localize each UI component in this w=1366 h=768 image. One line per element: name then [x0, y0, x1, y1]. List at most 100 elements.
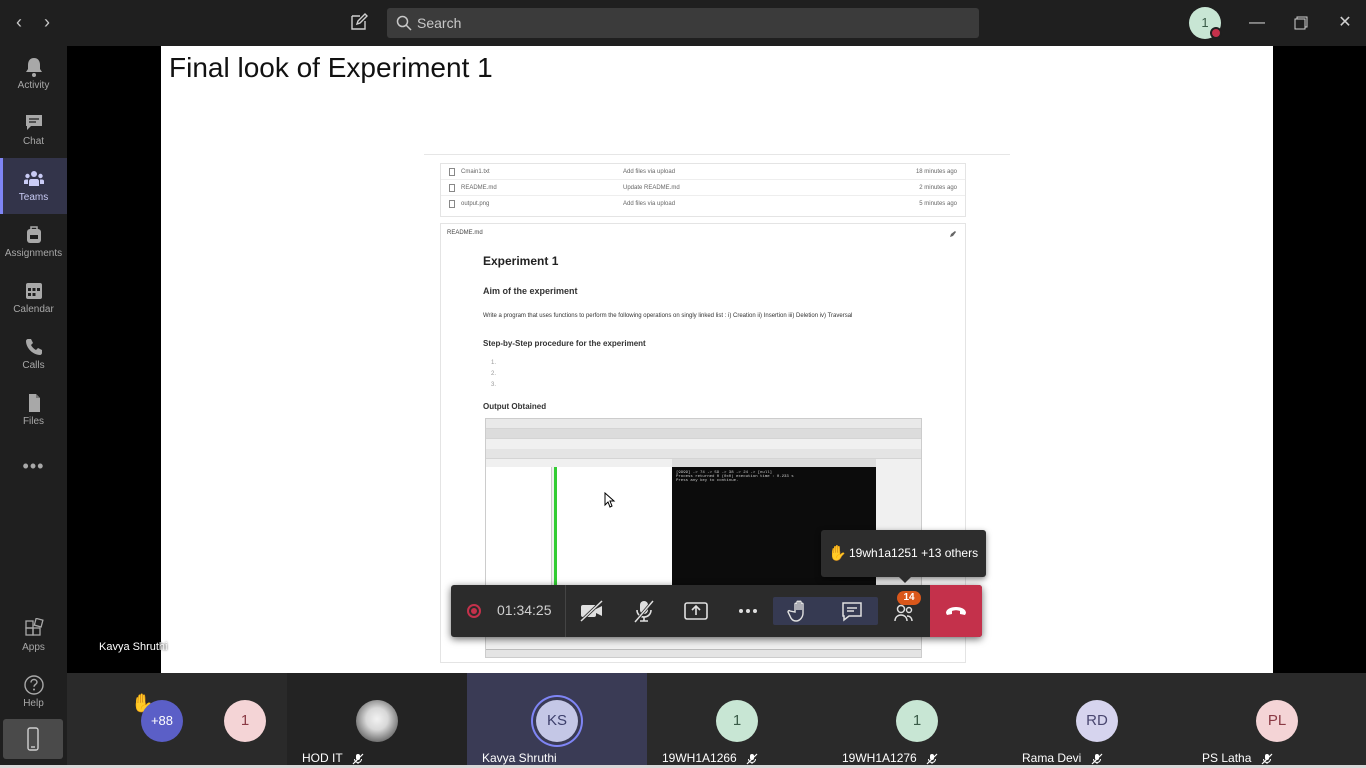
aim-text: Write a program that uses functions to p…	[483, 313, 853, 319]
overflow-count-avatar: +88	[141, 700, 183, 742]
rail-label: Teams	[18, 192, 49, 203]
hand-icon: ✋	[828, 545, 847, 562]
commit-time: 5 minutes ago	[919, 201, 957, 207]
participant-name-row: Rama Devi	[1022, 751, 1103, 765]
raised-hands-text: 19wh1a1251 +13 others	[849, 546, 979, 560]
share-screen-icon[interactable]	[682, 597, 710, 625]
search-input[interactable]	[417, 8, 967, 38]
divider	[565, 585, 566, 637]
presence-status-dot	[1210, 27, 1222, 39]
meeting-timer: 01:34:25	[497, 602, 552, 618]
stage-speaker-name: Kavya Shruthi	[99, 641, 168, 653]
restore-button[interactable]	[1289, 11, 1313, 35]
rail-label: Files	[22, 416, 45, 427]
commit-time: 2 minutes ago	[919, 185, 957, 191]
file-name: Cmain1.txt	[461, 169, 490, 175]
mic-off-icon	[1091, 753, 1103, 765]
rail-item-files[interactable]: Files	[0, 382, 67, 438]
rail-item-assignments[interactable]: Assignments	[0, 214, 67, 270]
participant-tile-active-speaker[interactable]: KS Kavya Shruthi	[467, 673, 647, 768]
search-box[interactable]	[387, 8, 979, 38]
mic-off-icon	[352, 753, 364, 765]
apps-icon	[24, 618, 44, 636]
participant-tile[interactable]: PL PS Latha	[1187, 673, 1366, 768]
raise-hand-icon[interactable]	[786, 597, 814, 625]
mouse-cursor-icon	[604, 492, 616, 508]
ide-toolbar	[486, 449, 921, 459]
mic-off-icon[interactable]	[630, 597, 658, 625]
rail-item-activity[interactable]: Activity	[0, 46, 67, 102]
close-button[interactable]: ✕	[1333, 11, 1357, 35]
chat-icon	[25, 115, 42, 130]
rail-label: Calls	[22, 360, 45, 371]
pencil-icon	[950, 231, 956, 237]
chat-icon[interactable]	[838, 597, 866, 625]
more-options-icon[interactable]	[734, 597, 762, 625]
search-icon	[396, 15, 412, 31]
readme-label: README.md	[447, 230, 483, 236]
file-icon	[449, 200, 455, 208]
list-item: 3.	[491, 382, 497, 388]
file-name: output.png	[461, 201, 490, 207]
avatar: 1	[716, 700, 758, 742]
help-icon	[23, 675, 44, 695]
mic-off-icon	[926, 753, 938, 765]
compose-icon[interactable]	[349, 12, 369, 32]
hang-up-icon	[946, 607, 966, 615]
commit-message: Add files via upload	[623, 201, 676, 207]
table-row: Cmain1.txt Add files via upload 18 minut…	[441, 164, 965, 180]
commit-message: Update README.md	[623, 185, 680, 191]
device-button[interactable]	[3, 719, 63, 759]
rail-item-chat[interactable]: Chat	[0, 102, 67, 158]
participant-name-row: 19WH1A1266	[662, 751, 758, 765]
file-table: Cmain1.txt Add files via upload 18 minut…	[440, 163, 966, 217]
shared-screenshot: Cmain1.txt Add files via upload 18 minut…	[424, 154, 1010, 663]
rail-item-teams[interactable]: Teams	[0, 158, 67, 214]
rail-label: Calendar	[13, 304, 54, 315]
rail-item-calendar[interactable]: Calendar	[0, 270, 67, 326]
ide-menubar	[486, 419, 921, 429]
avatar: 1	[224, 700, 266, 742]
participant-name-row: HOD IT	[302, 751, 364, 765]
rail-item-calls[interactable]: Calls	[0, 326, 67, 382]
calendar-icon	[25, 283, 42, 299]
mic-off-icon	[746, 753, 758, 765]
recording-icon	[467, 604, 481, 618]
console-line: Press any key to continue.	[676, 479, 739, 483]
participant-tile[interactable]: 1 19WH1A1276	[827, 673, 1007, 768]
avatar: PL	[1256, 700, 1298, 742]
bell-icon	[25, 58, 42, 77]
avatar: 1	[896, 700, 938, 742]
participant-strip: ✋ +88 1 HOD IT KS Kavya Shruthi 1 19WH1A…	[67, 673, 1366, 768]
forward-button[interactable]: ›	[39, 12, 55, 32]
list-item: 2.	[491, 371, 497, 377]
rail-item-help[interactable]: Help	[0, 664, 67, 720]
avatar: KS	[536, 700, 578, 742]
list-item: 1.	[491, 360, 497, 366]
minimize-button[interactable]: —	[1245, 11, 1269, 35]
commit-message: Add files via upload	[623, 169, 676, 175]
rail-label: Activity	[17, 80, 50, 91]
participant-tile[interactable]: ✋ +88 1	[107, 673, 287, 768]
rail-label: Assignments	[4, 248, 63, 259]
more-apps-button[interactable]: •••	[0, 456, 67, 477]
participant-name: 19WH1A1266	[662, 751, 737, 765]
table-row: output.png Add files via upload 5 minute…	[441, 196, 965, 212]
hang-up-button[interactable]	[930, 585, 982, 637]
participant-name: 19WH1A1276	[842, 751, 917, 765]
camera-off-icon[interactable]	[578, 597, 606, 625]
participant-name-row: PS Latha	[1202, 751, 1273, 765]
raised-hands-tooltip: ✋ 19wh1a1251 +13 others	[821, 530, 986, 583]
avatar: RD	[1076, 700, 1118, 742]
back-button[interactable]: ‹	[11, 12, 27, 32]
participant-tile[interactable]: RD Rama Devi	[1007, 673, 1187, 768]
commit-time: 18 minutes ago	[915, 169, 957, 175]
participant-tile[interactable]: HOD IT	[287, 673, 467, 768]
avatar-photo	[356, 700, 398, 742]
participant-name: Rama Devi	[1022, 751, 1082, 765]
participants-count-badge: 14	[897, 591, 921, 605]
rail-item-apps[interactable]: Apps	[0, 608, 67, 664]
participant-name: PS Latha	[1202, 751, 1252, 765]
participant-tile[interactable]: 1 19WH1A1266	[647, 673, 827, 768]
participant-name-row: Kavya Shruthi	[482, 751, 557, 765]
